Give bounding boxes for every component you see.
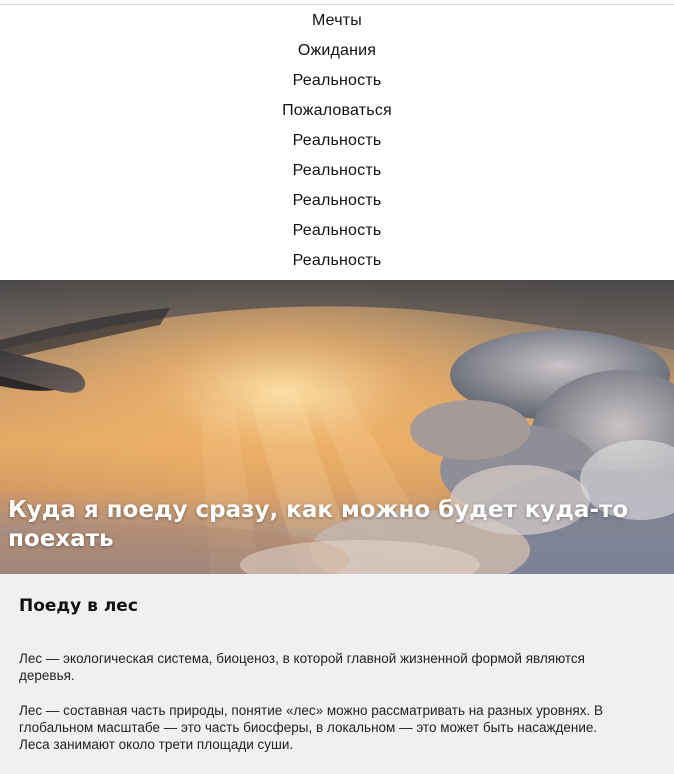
nav-item-reality[interactable]: Реальность [0, 156, 674, 186]
nav-item-reality[interactable]: Реальность [0, 186, 674, 216]
nav-item-reality[interactable]: Реальность [0, 246, 674, 276]
article-paragraph: Лес — составная часть природы, понятие «… [19, 703, 603, 752]
nav-item-reality[interactable]: Реальность [0, 126, 674, 156]
article-paragraph: Лес — экологическая система, биоценоз, в… [19, 651, 585, 683]
hero-title: Куда я поеду сразу, как можно будет куда… [8, 497, 629, 552]
main-nav: Мечты Ожидания Реальность Пожаловаться Р… [0, 6, 674, 280]
hero-banner: Куда я поеду сразу, как можно будет куда… [0, 280, 674, 574]
nav-item-complain[interactable]: Пожаловаться [0, 96, 674, 126]
article-title: Поеду в лес [19, 596, 138, 616]
article-section: Поеду в лес Лес — экологическая система,… [0, 574, 674, 774]
nav-item-reality[interactable]: Реальность [0, 216, 674, 246]
nav-item-expectations[interactable]: Ожидания [0, 36, 674, 66]
top-divider [0, 4, 674, 5]
nav-item-dreams[interactable]: Мечты [0, 6, 674, 36]
page: Мечты Ожидания Реальность Пожаловаться Р… [0, 0, 674, 774]
nav-item-reality[interactable]: Реальность [0, 66, 674, 96]
